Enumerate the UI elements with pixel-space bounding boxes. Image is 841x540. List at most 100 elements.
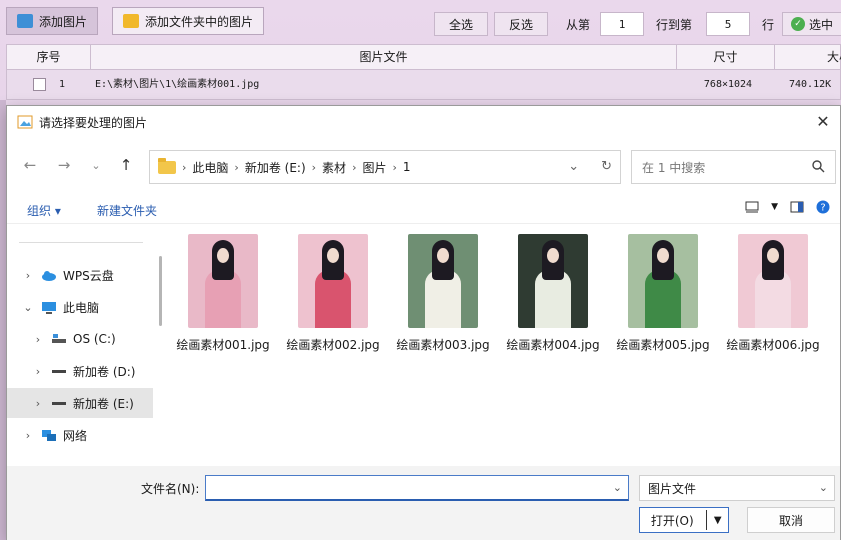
chevron-right-icon[interactable]: › xyxy=(31,397,45,410)
navigation-bar: ← → ⌄ ↑ › 此电脑 › 新加卷 (E:) › 素材 › 图片 › 1 ⌄… xyxy=(7,144,840,188)
row-suffix-label: 行 xyxy=(762,18,775,32)
toolbar: 添加图片 添加文件夹中的图片 全选 反选 从第 1 行到第 5 行 ✓ 选中 xyxy=(0,0,841,44)
check-circle-icon: ✓ xyxy=(790,17,805,31)
nav-item-wps-cloud[interactable]: › WPS云盘 xyxy=(7,260,153,290)
file-item[interactable]: 绘画素材006.jpg xyxy=(719,234,827,353)
breadcrumb-item[interactable]: 素材 xyxy=(322,159,346,176)
refresh-icon[interactable]: ↻ xyxy=(601,159,612,174)
file-item[interactable]: 绘画素材004.jpg xyxy=(499,234,607,353)
image-add-icon xyxy=(17,14,33,28)
chevron-down-icon[interactable]: ⌄ xyxy=(819,481,828,494)
from-row-label: 从第 xyxy=(566,18,591,32)
nav-item-drive-e[interactable]: › 新加卷 (E:) xyxy=(7,388,153,418)
network-icon xyxy=(42,429,56,441)
new-folder-button[interactable]: 新建文件夹 xyxy=(97,202,157,219)
filename-field[interactable]: ⌄ xyxy=(205,475,629,501)
cloud-icon xyxy=(42,271,56,281)
select-all-button[interactable]: 全选 xyxy=(434,12,488,36)
address-bar[interactable]: › 此电脑 › 新加卷 (E:) › 素材 › 图片 › 1 ⌄ ↻ xyxy=(149,150,621,184)
drive-icon xyxy=(52,334,66,343)
address-dropdown-icon[interactable]: ⌄ xyxy=(568,159,579,174)
help-icon[interactable]: ? xyxy=(816,200,830,214)
close-icon[interactable]: ✕ xyxy=(814,112,832,131)
image-thumbnail xyxy=(298,234,368,328)
open-button[interactable]: 打开(O) ▼ xyxy=(639,507,729,533)
search-input[interactable]: 在 1 中搜索 xyxy=(631,150,836,184)
table-row[interactable]: 1 E:\素材\图片\1\绘画素材001.jpg 768×1024 740.12… xyxy=(6,70,841,100)
chevron-down-icon[interactable]: ⌄ xyxy=(21,301,35,314)
image-thumbnail xyxy=(408,234,478,328)
file-name: 绘画素材001.jpg xyxy=(176,338,270,352)
invert-selection-button[interactable]: 反选 xyxy=(494,12,548,36)
image-thumbnail xyxy=(188,234,258,328)
image-thumbnail xyxy=(518,234,588,328)
col-header-dimensions[interactable]: 尺寸 xyxy=(677,45,775,69)
search-placeholder: 在 1 中搜索 xyxy=(642,160,706,175)
nav-scrollbar[interactable] xyxy=(159,256,162,326)
image-file-icon xyxy=(17,115,33,129)
navigation-pane: › WPS云盘 ⌄ 此电脑 › OS (C:) › 新加卷 (D:) › 新加卷… xyxy=(7,226,159,466)
computer-icon xyxy=(42,301,56,314)
up-arrow-icon[interactable]: ↑ xyxy=(115,154,137,176)
cancel-button[interactable]: 取消 xyxy=(747,507,835,533)
row-checkbox[interactable] xyxy=(33,78,46,91)
to-row-input[interactable]: 5 xyxy=(706,12,750,36)
breadcrumb-item[interactable]: 1 xyxy=(403,160,411,174)
add-folder-images-button[interactable]: 添加文件夹中的图片 xyxy=(112,7,265,35)
folder-add-icon xyxy=(123,14,139,28)
folder-icon xyxy=(158,157,176,174)
nav-item-this-pc[interactable]: ⌄ 此电脑 xyxy=(7,292,153,322)
back-arrow-icon[interactable]: ← xyxy=(19,154,41,176)
chevron-right-icon[interactable]: › xyxy=(31,365,45,378)
col-header-index[interactable]: 序号 xyxy=(7,45,91,69)
open-options-dropdown-icon[interactable]: ▼ xyxy=(706,510,728,530)
file-name: 绘画素材004.jpg xyxy=(506,338,600,352)
row-size: 740.12K xyxy=(789,79,832,90)
view-mode-icon[interactable] xyxy=(745,201,759,213)
chevron-right-icon[interactable]: › xyxy=(31,333,45,346)
command-bar: 组织 ▾ 新建文件夹 ▼ ? xyxy=(7,194,840,224)
chevron-down-icon[interactable]: ⌄ xyxy=(613,481,622,494)
file-name: 绘画素材002.jpg xyxy=(286,338,380,352)
drive-icon xyxy=(52,370,66,373)
svg-text:?: ? xyxy=(820,203,825,214)
to-row-label: 行到第 xyxy=(656,18,693,32)
add-images-button[interactable]: 添加图片 xyxy=(6,7,99,35)
nav-item-drive-d[interactable]: › 新加卷 (D:) xyxy=(7,356,153,386)
breadcrumb-item[interactable]: 此电脑 xyxy=(192,159,228,176)
open-file-dialog: 请选择要处理的图片 ✕ ← → ⌄ ↑ › 此电脑 › 新加卷 (E:) › 素… xyxy=(6,105,841,540)
image-thumbnail xyxy=(738,234,808,328)
file-name: 绘画素材003.jpg xyxy=(396,338,490,352)
row-dimensions: 768×1024 xyxy=(703,79,753,90)
breadcrumb-item[interactable]: 新加卷 (E:) xyxy=(245,159,306,176)
from-row-input[interactable]: 1 xyxy=(600,12,644,36)
file-name: 绘画素材005.jpg xyxy=(616,338,710,352)
forward-arrow-icon[interactable]: → xyxy=(53,154,75,176)
select-range-button[interactable]: ✓ 选中 xyxy=(782,12,841,36)
recent-dropdown-icon[interactable]: ⌄ xyxy=(85,154,107,176)
file-item[interactable]: 绘画素材001.jpg xyxy=(169,234,277,353)
grid-header: 序号 图片文件 尺寸 大小 xyxy=(6,44,841,70)
preview-pane-icon[interactable] xyxy=(790,201,804,213)
dialog-title: 请选择要处理的图片 xyxy=(39,115,148,130)
file-list: 绘画素材001.jpg 绘画素材002.jpg 绘画素材003.jpg 绘画素材… xyxy=(167,226,837,466)
drive-icon xyxy=(52,402,66,405)
image-thumbnail xyxy=(628,234,698,328)
col-header-size[interactable]: 大小 xyxy=(775,45,841,69)
file-item[interactable]: 绘画素材002.jpg xyxy=(279,234,387,353)
search-icon xyxy=(812,160,825,173)
filetype-select[interactable]: 图片文件 ⌄ xyxy=(639,475,835,501)
file-item[interactable]: 绘画素材005.jpg xyxy=(609,234,717,353)
nav-item-network[interactable]: › 网络 xyxy=(7,420,153,450)
chevron-right-icon[interactable]: › xyxy=(21,429,35,442)
col-header-file[interactable]: 图片文件 xyxy=(91,45,677,69)
nav-item-drive-c[interactable]: › OS (C:) xyxy=(7,324,153,354)
chevron-right-icon[interactable]: › xyxy=(21,269,35,282)
view-dropdown-icon[interactable]: ▼ xyxy=(771,202,778,212)
breadcrumb-item[interactable]: 图片 xyxy=(362,159,386,176)
row-index: 1 xyxy=(59,79,66,90)
row-file-path: E:\素材\图片\1\绘画素材001.jpg xyxy=(95,79,260,90)
file-item[interactable]: 绘画素材003.jpg xyxy=(389,234,497,353)
organize-button[interactable]: 组织 ▾ xyxy=(27,202,61,219)
file-name: 绘画素材006.jpg xyxy=(726,338,820,352)
